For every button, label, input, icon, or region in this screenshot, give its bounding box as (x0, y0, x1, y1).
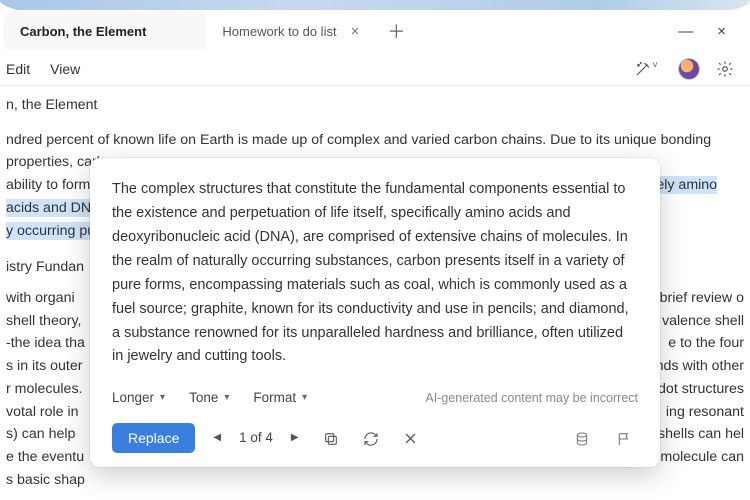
minimize-icon[interactable]: — (678, 23, 693, 40)
doc-title: n, the Element (6, 94, 744, 117)
tab-label: Homework to do list (222, 24, 336, 39)
replace-button[interactable]: Replace (112, 423, 195, 453)
close-icon[interactable]: × (717, 23, 726, 40)
history-button[interactable] (568, 425, 596, 450)
report-button[interactable] (610, 425, 638, 450)
chevron-down-icon: ▾ (160, 390, 165, 406)
tone-option[interactable]: Tone ▾ (189, 387, 229, 409)
format-option[interactable]: Format ▾ (253, 387, 307, 409)
length-option[interactable]: Longer ▾ (112, 387, 165, 409)
suggestion-pager: 1 of 4 (239, 427, 273, 449)
copy-button[interactable] (317, 425, 345, 450)
tab-active[interactable]: Carbon, the Element (4, 13, 206, 49)
popover-actions: Replace ◀ 1 of 4 ▶ (112, 423, 638, 453)
tab-label: Carbon, the Element (20, 24, 146, 39)
rewrite-popover: The complex structures that constitute t… (90, 158, 660, 467)
menu-edit[interactable]: Edit (6, 61, 30, 77)
tab-bar: Carbon, the Element Homework to do list … (0, 10, 750, 52)
chevron-down-icon: ▾ (224, 390, 229, 406)
settings-icon[interactable] (716, 59, 734, 77)
suggested-text: The complex structures that constitute t… (112, 178, 638, 369)
close-button[interactable] (397, 426, 424, 451)
prev-suggestion-button[interactable]: ◀ (207, 428, 227, 447)
magic-edit-icon[interactable]: ˅ (634, 59, 662, 77)
chevron-down-icon: ▾ (302, 390, 307, 406)
menu-bar: Edit View ˅ (0, 52, 750, 86)
close-icon[interactable]: × (351, 23, 360, 40)
app-window: Carbon, the Element Homework to do list … (0, 10, 750, 500)
window-controls: — × (678, 23, 746, 40)
avatar[interactable] (678, 58, 700, 80)
tab-inactive[interactable]: Homework to do list × (206, 13, 375, 49)
ai-disclaimer: AI-generated content may be incorrect (425, 388, 638, 408)
rewrite-options: Longer ▾ Tone ▾ Format ▾ AI-generated co… (112, 387, 638, 409)
new-tab-button[interactable]: ＋ (387, 18, 405, 44)
menu-view[interactable]: View (50, 61, 80, 77)
regenerate-button[interactable] (357, 425, 385, 450)
next-suggestion-button[interactable]: ▶ (285, 428, 305, 447)
document-area[interactable]: n, the Element ndred percent of known li… (0, 86, 750, 500)
